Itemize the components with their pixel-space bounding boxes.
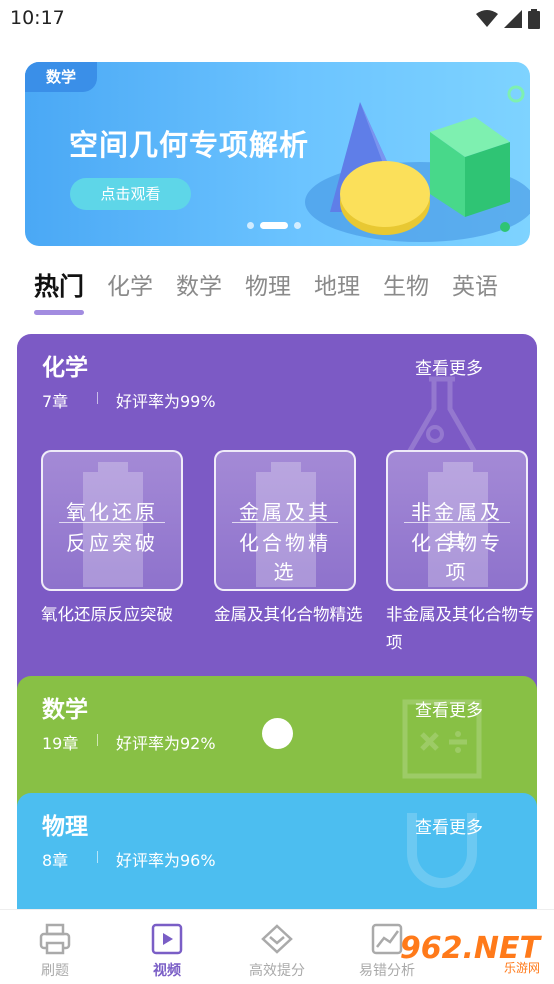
card-chapter-count: 7章 <box>42 392 69 411</box>
thumbnail-text: 反应突破 <box>66 531 158 555</box>
pagination-dot <box>247 222 254 229</box>
nav-label: 刷题 <box>41 963 69 979</box>
tab-hot[interactable]: 热门 <box>34 268 85 315</box>
card-chapter-count: 8章 <box>42 851 69 870</box>
pagination-dot <box>294 222 301 229</box>
nav-item-video[interactable]: 视频 <box>112 922 222 980</box>
thumbnail-text: 化合物专项 <box>411 531 503 584</box>
card-rating: 好评率为92% <box>116 734 216 753</box>
status-icons <box>476 9 540 29</box>
bottom-navigation: 刷题 视频 高效提分 易错分析 962.NET 乐游网 <box>0 909 554 984</box>
tab-geography[interactable]: 地理 <box>314 268 360 312</box>
tab-english[interactable]: 英语 <box>452 268 498 312</box>
video-icon <box>151 923 183 955</box>
card-rating: 好评率为96% <box>116 851 216 870</box>
watermark-logo: 962.NET 乐游网 <box>400 928 550 978</box>
nav-label: 视频 <box>153 963 181 979</box>
course-item[interactable]: 金属及其 化合物精选 金属及其化合物精选 <box>214 450 363 629</box>
course-item[interactable]: 氧化还原 反应突破 氧化还原反应突破 <box>41 450 183 629</box>
status-bar: 10:17 <box>0 0 554 40</box>
banner-title: 空间几何专项解析 <box>69 128 310 162</box>
nav-item-practice[interactable]: 刷题 <box>0 922 110 980</box>
tab-biology[interactable]: 生物 <box>383 268 429 312</box>
card-subject-name: 数学 <box>42 697 88 723</box>
view-more-link[interactable]: 查看更多 <box>415 696 483 721</box>
signal-icon <box>504 10 522 28</box>
geometry-illustration <box>305 85 530 242</box>
course-thumbnail: 金属及其 化合物精选 <box>214 450 356 591</box>
thumbnail-rule <box>404 522 510 523</box>
pagination-dot-active <box>260 222 288 229</box>
diamond-icon <box>261 924 293 954</box>
thumbnail-text: 金属及其 <box>239 500 331 524</box>
chart-icon <box>371 923 403 955</box>
status-time: 10:17 <box>10 7 65 29</box>
banner-subject-tag: 数学 <box>25 62 97 92</box>
tab-math[interactable]: 数学 <box>176 268 222 312</box>
watch-now-button[interactable]: 点击观看 <box>70 178 191 210</box>
divider <box>97 392 98 404</box>
view-more-link[interactable]: 查看更多 <box>415 813 483 838</box>
card-subject-name: 物理 <box>42 814 88 840</box>
thumbnail-text: 化合物精选 <box>239 531 331 584</box>
thumbnail-rule <box>232 522 338 523</box>
nav-item-improve[interactable]: 高效提分 <box>222 922 332 980</box>
course-title: 金属及其化合物精选 <box>214 605 363 624</box>
battery-icon <box>528 9 540 29</box>
watermark-subtext: 乐游网 <box>503 961 540 975</box>
card-rating: 好评率为99% <box>116 392 216 411</box>
promo-banner[interactable]: 数学 空间几何专项解析 点击观看 <box>25 62 530 246</box>
course-title: 氧化还原反应突破 <box>41 605 173 624</box>
divider <box>97 734 98 746</box>
thumbnail-text: 氧化还原 <box>66 500 158 524</box>
subject-tabs: 热门 化学 数学 物理 地理 生物 英语 <box>34 268 554 315</box>
banner-pagination <box>247 222 301 229</box>
subject-card-chemistry[interactable]: 化学 7章 好评率为99% 查看更多 氧化还原 反应突破 氧化还原反应突破 金属… <box>17 334 537 704</box>
tab-chemistry[interactable]: 化学 <box>107 268 153 312</box>
course-thumbnail: 非金属及其 化合物专项 <box>386 450 528 591</box>
thumbnail-rule <box>59 522 165 523</box>
wifi-icon <box>476 10 498 27</box>
course-item[interactable]: 非金属及其 化合物专项 非金属及其化合物专项 <box>386 450 535 657</box>
touch-indicator <box>262 718 293 749</box>
card-subject-name: 化学 <box>42 355 88 381</box>
course-thumbnail: 氧化还原 反应突破 <box>41 450 183 591</box>
card-chapter-count: 19章 <box>42 734 79 753</box>
tab-physics[interactable]: 物理 <box>245 268 291 312</box>
view-more-link[interactable]: 查看更多 <box>415 354 483 379</box>
divider <box>97 851 98 863</box>
course-title: 非金属及其化合物专项 <box>386 605 535 652</box>
printer-icon <box>39 923 71 955</box>
nav-label: 高效提分 <box>249 963 305 979</box>
